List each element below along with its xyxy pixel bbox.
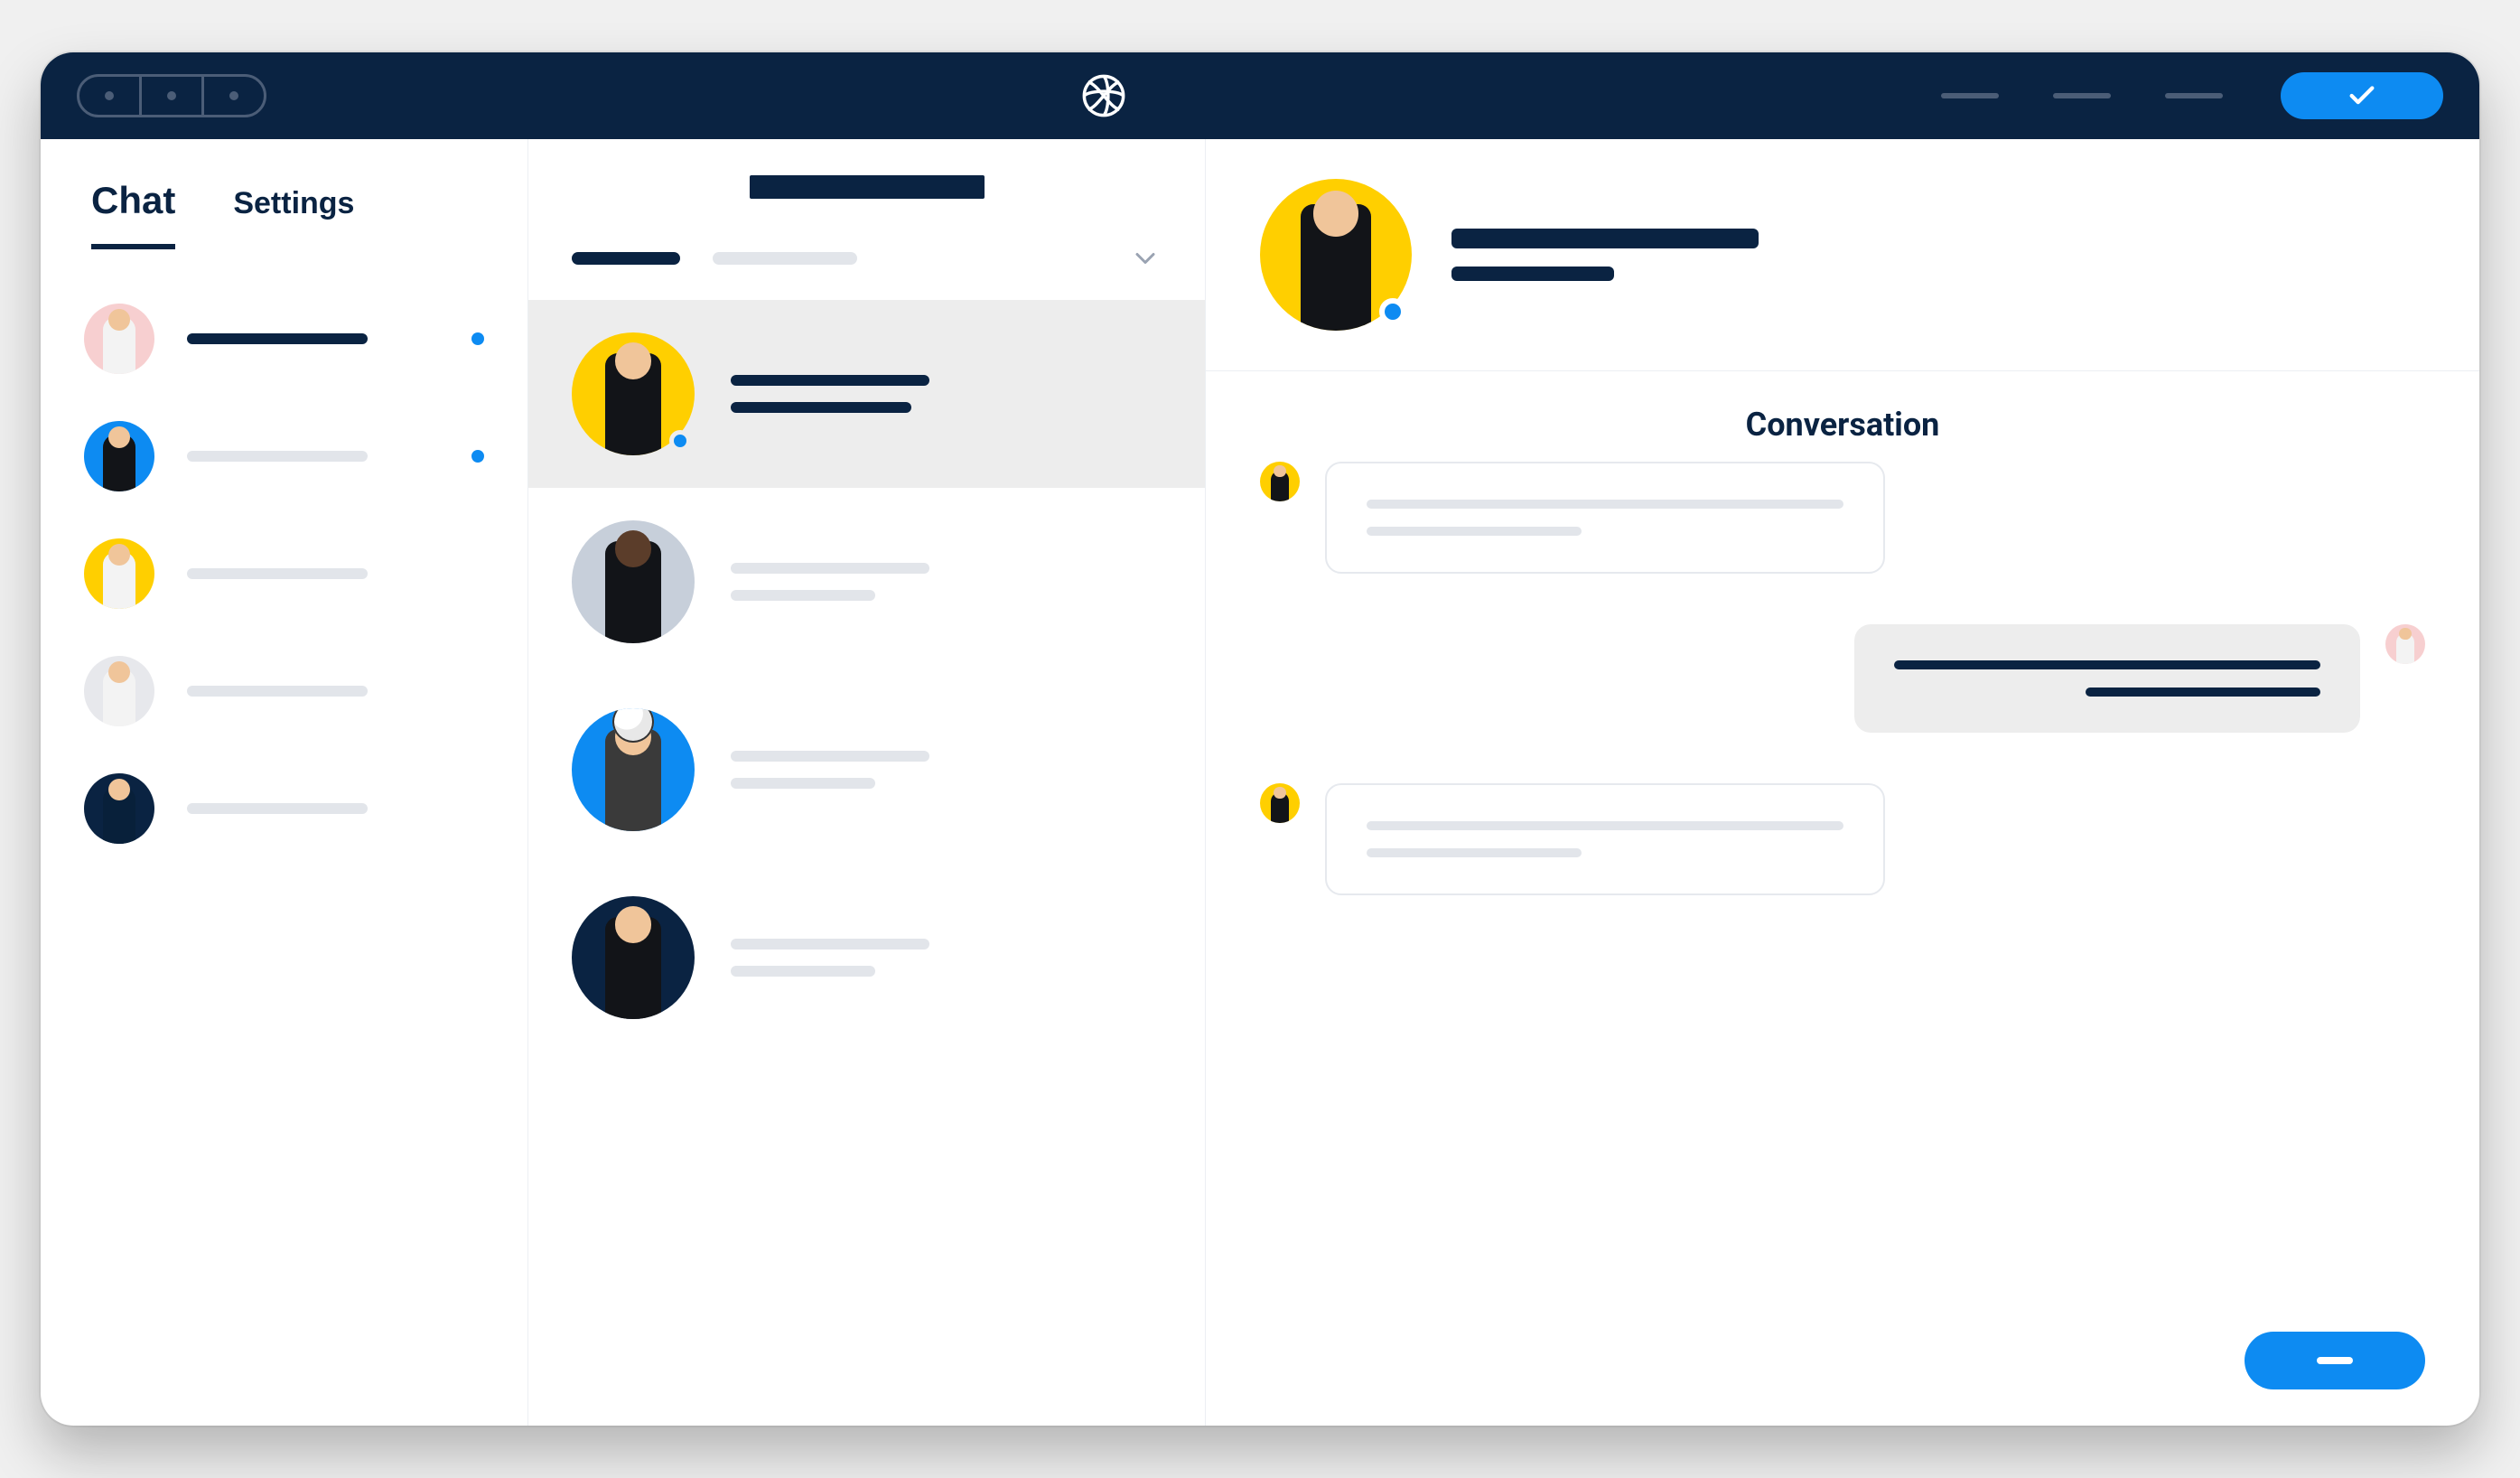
message-bubble[interactable]: [1325, 783, 1885, 895]
thread-subtitle-redacted: [731, 778, 875, 789]
thread-title-redacted: [731, 939, 929, 949]
unread-dot-icon: [471, 332, 484, 345]
menu-placeholder-group: [1941, 93, 2223, 98]
message-line-redacted: [1367, 527, 1582, 536]
message-line-redacted: [2086, 688, 2320, 697]
contact-item[interactable]: [84, 304, 484, 374]
thread-item[interactable]: [528, 300, 1205, 488]
thread-title-redacted: [731, 751, 929, 762]
conversation-section-title: Conversation: [1746, 406, 1940, 444]
send-button[interactable]: [2245, 1332, 2425, 1389]
avatar: [2385, 624, 2425, 664]
contact-item[interactable]: [84, 773, 484, 844]
menu-placeholder[interactable]: [1941, 93, 1999, 98]
thread-filter-active[interactable]: [572, 252, 680, 265]
thread-filter[interactable]: [713, 252, 857, 265]
message-line-redacted: [1894, 660, 2320, 669]
avatar: [572, 708, 695, 831]
main-layout: Chat Settings: [41, 139, 2479, 1426]
conversation-name-redacted: [1451, 229, 1759, 248]
sidebar: Chat Settings: [41, 139, 528, 1426]
message-list[interactable]: [1206, 462, 2479, 1314]
presence-dot-icon: [669, 430, 691, 452]
thread-subtitle-redacted: [731, 966, 875, 977]
thread-list-title-redacted: [750, 175, 985, 199]
window-dot: [105, 91, 114, 100]
titlebar: [41, 52, 2479, 139]
tab-settings[interactable]: Settings: [233, 179, 354, 249]
contact-name-redacted: [187, 686, 368, 697]
thread-subtitle-redacted: [731, 402, 911, 413]
avatar: [572, 520, 695, 643]
conversation-status-redacted: [1451, 267, 1614, 281]
thread-subtitle-redacted: [731, 590, 875, 601]
thread-list-header: [528, 139, 1205, 300]
check-icon: [2347, 80, 2377, 111]
message-bubble[interactable]: [1854, 624, 2360, 733]
window-separator: [201, 77, 204, 115]
avatar: [572, 896, 695, 1019]
avatar: [84, 538, 154, 609]
thread-item[interactable]: [528, 864, 1205, 1052]
thread-item[interactable]: [528, 676, 1205, 864]
thread-title-redacted: [731, 375, 929, 386]
message-line-redacted: [1367, 848, 1582, 857]
window-dot: [229, 91, 238, 100]
thread-item[interactable]: [528, 488, 1205, 676]
app-window: Chat Settings: [41, 52, 2479, 1426]
window-dot: [167, 91, 176, 100]
message-bubble[interactable]: [1325, 462, 1885, 574]
contact-name-redacted: [187, 803, 368, 814]
message-line-redacted: [1367, 821, 1843, 830]
tab-chat[interactable]: Chat: [91, 179, 175, 249]
thread-list-panel: [528, 139, 1206, 1426]
contact-name-redacted: [187, 451, 368, 462]
menu-placeholder[interactable]: [2165, 93, 2223, 98]
chevron-down-icon[interactable]: [1129, 242, 1162, 275]
unread-dot-icon: [471, 450, 484, 463]
window-controls[interactable]: [77, 74, 266, 117]
window-separator: [139, 77, 142, 115]
avatar: [84, 656, 154, 726]
thread-filter-row: [572, 242, 1162, 300]
confirm-button[interactable]: [2281, 72, 2443, 119]
message-incoming: [1260, 783, 2425, 895]
avatar: [1260, 462, 1300, 501]
message-line-redacted: [1367, 500, 1843, 509]
avatar: [84, 773, 154, 844]
message-incoming: [1260, 462, 2425, 574]
sidebar-tabs: Chat Settings: [41, 161, 527, 249]
avatar: [84, 421, 154, 491]
app-logo-icon: [1080, 72, 1127, 119]
contact-item[interactable]: [84, 656, 484, 726]
thread-title-redacted: [731, 563, 929, 574]
message-outgoing: [1260, 624, 2425, 733]
contact-name-redacted: [187, 333, 368, 344]
contact-list: [41, 249, 527, 898]
conversation-panel: Conversation: [1206, 139, 2479, 1426]
contact-item[interactable]: [84, 421, 484, 491]
avatar: [1260, 783, 1300, 823]
contact-item[interactable]: [84, 538, 484, 609]
composer-row: [1206, 1314, 2479, 1426]
conversation-header: [1206, 139, 2479, 371]
contact-name-redacted: [187, 568, 368, 579]
presence-dot-icon: [1379, 298, 1406, 325]
avatar: [84, 304, 154, 374]
menu-placeholder[interactable]: [2053, 93, 2111, 98]
send-icon: [2317, 1357, 2353, 1364]
